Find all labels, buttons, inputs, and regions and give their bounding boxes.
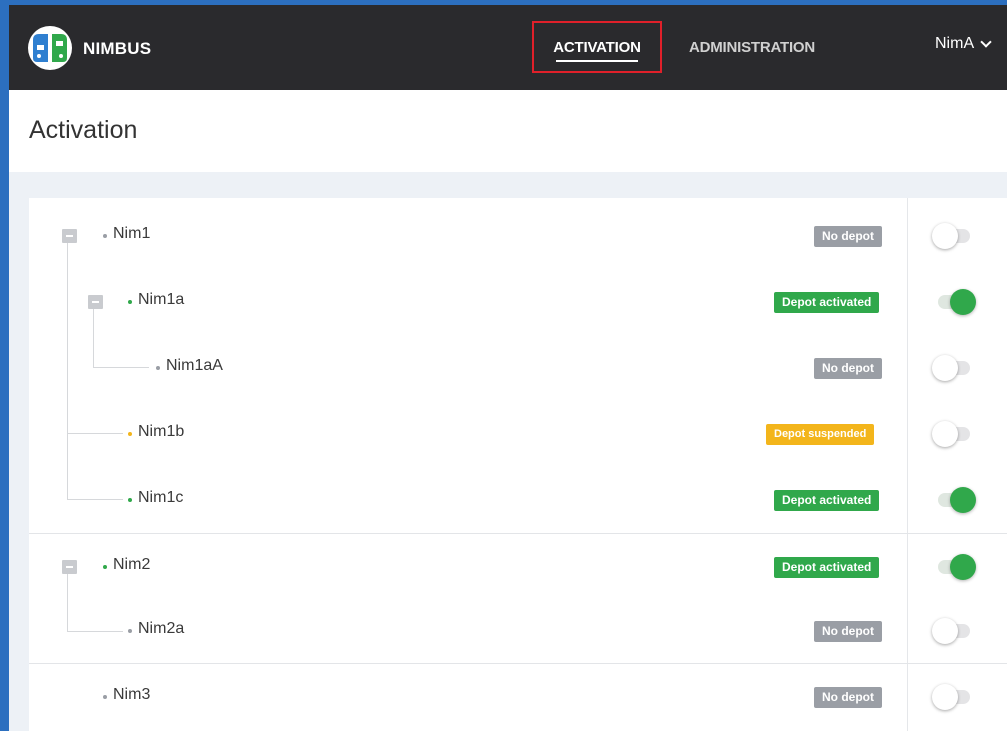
tree-row: Nim1c Depot activated: [29, 467, 1007, 533]
node-label[interactable]: Nim1: [113, 225, 150, 243]
tree-row: Nim2a No depot: [29, 598, 1007, 664]
activation-toggle[interactable]: [932, 223, 976, 249]
toggle-knob: [950, 487, 976, 513]
toggle-knob: [950, 554, 976, 580]
collapse-icon[interactable]: [88, 295, 103, 309]
collapse-icon[interactable]: [62, 560, 77, 574]
toggle-knob: [950, 289, 976, 315]
status-dot: [156, 366, 160, 370]
status-badge: Depot suspended: [766, 424, 875, 445]
node-label[interactable]: Nim3: [113, 686, 150, 704]
activation-tree-panel: Nim1 No depot Nim1a Depot activated Nim1…: [29, 198, 1007, 731]
status-dot: [103, 234, 107, 238]
status-badge: Depot activated: [774, 490, 880, 511]
collapse-icon[interactable]: [62, 229, 77, 243]
toggle-knob: [932, 355, 958, 381]
activation-toggle[interactable]: [932, 289, 976, 315]
activation-toggle[interactable]: [932, 421, 976, 447]
tree-row: Nim1aA No depot: [29, 335, 1007, 401]
page-title: Activation: [29, 116, 138, 144]
status-dot: [128, 300, 132, 304]
status-badge: No depot: [814, 226, 882, 247]
node-label[interactable]: Nim1a: [138, 291, 184, 309]
user-menu[interactable]: NimA: [935, 35, 992, 53]
tab-activation-label: ACTIVATION: [553, 38, 641, 56]
chevron-down-icon: [980, 35, 992, 48]
activation-toggle[interactable]: [932, 554, 976, 580]
status-dot: [103, 695, 107, 699]
activation-toggle[interactable]: [932, 487, 976, 513]
tab-administration-label: ADMINISTRATION: [688, 38, 816, 56]
status-dot: [128, 498, 132, 502]
app-window: NIMBUS ACTIVATION ADMINISTRATION NimA Ac…: [9, 5, 1007, 731]
status-dot: [103, 565, 107, 569]
node-label[interactable]: Nim1b: [138, 423, 184, 441]
tab-administration[interactable]: ADMINISTRATION: [677, 21, 827, 73]
status-badge: Depot activated: [774, 292, 880, 313]
toggle-knob: [932, 421, 958, 447]
nimbus-logo-icon: [28, 26, 72, 70]
status-badge: Depot activated: [774, 557, 880, 578]
activation-toggle[interactable]: [932, 684, 976, 710]
status-badge: No depot: [814, 621, 882, 642]
status-badge: No depot: [814, 358, 882, 379]
brand-name: NIMBUS: [83, 39, 152, 58]
tree-row: Nim1a Depot activated: [29, 269, 1007, 335]
activation-toggle[interactable]: [932, 355, 976, 381]
toggle-knob: [932, 684, 958, 710]
toggle-knob: [932, 618, 958, 644]
status-dot: [128, 432, 132, 436]
tree-row: Nim1 No depot: [29, 203, 1007, 269]
tab-activation[interactable]: ACTIVATION: [532, 21, 662, 73]
tree-row: Nim3 No depot: [29, 663, 1007, 729]
activation-toggle[interactable]: [932, 618, 976, 644]
node-label[interactable]: Nim2a: [138, 620, 184, 638]
toggle-knob: [932, 223, 958, 249]
user-name: NimA: [935, 35, 975, 52]
node-label[interactable]: Nim1c: [138, 489, 183, 507]
status-dot: [128, 629, 132, 633]
page-header: Activation: [9, 90, 1007, 172]
tree-row: Nim2 Depot activated: [29, 533, 1007, 599]
node-label[interactable]: Nim1aA: [166, 357, 223, 375]
top-navigation-bar: NIMBUS ACTIVATION ADMINISTRATION NimA: [9, 5, 1007, 90]
node-label[interactable]: Nim2: [113, 556, 150, 574]
active-tab-underline: [556, 60, 638, 62]
status-badge: No depot: [814, 687, 882, 708]
tree-row: Nim1b Depot suspended: [29, 401, 1007, 467]
